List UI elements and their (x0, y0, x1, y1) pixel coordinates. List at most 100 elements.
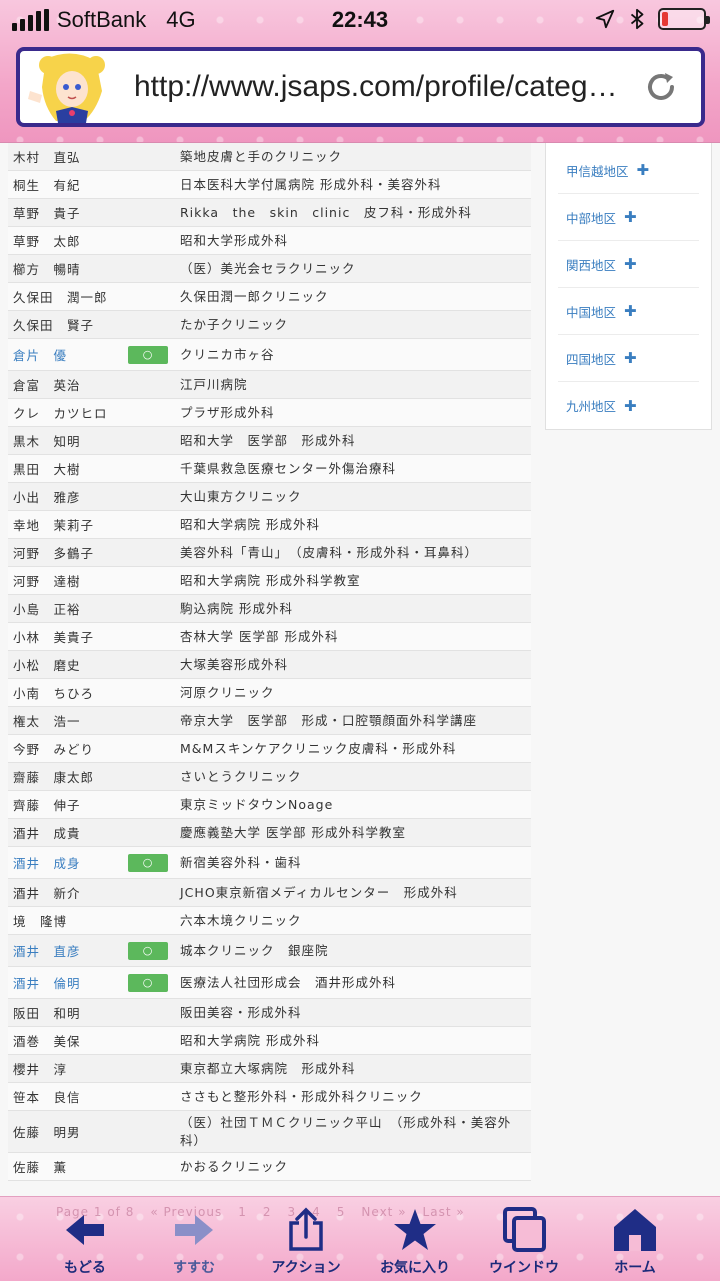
member-name: 小出 雅彦 (13, 490, 81, 505)
member-name: 阪田 和明 (13, 1006, 81, 1021)
member-name: 小林 美貴子 (13, 630, 95, 645)
member-institution: 城本クリニック 銀座院 (180, 942, 329, 958)
member-name: 境 隆博 (13, 914, 68, 929)
member-name: 櫻井 淳 (13, 1062, 68, 1077)
region-sidebar: 甲信越地区 ✚ 中部地区 ✚ 関西地区 ✚ 中国地区 ✚ 四国地区 ✚ 九州地区 ✚ (545, 143, 712, 430)
member-institution: クリニカ市ヶ谷 (180, 346, 275, 362)
member-row: 権太 浩一 帝京大学 医学部 形成・口腔顎顔面外科学講座 (8, 707, 531, 735)
member-row: 酒井 倫明 ○ 医療法人社団形成会 酒井形成外科 (8, 967, 531, 999)
member-name: 河野 達樹 (13, 574, 81, 589)
member-name-link[interactable]: 酒井 直彦 (8, 941, 128, 960)
plus-icon: ✚ (624, 208, 637, 226)
member-institution: 築地皮膚と手のクリニック (180, 148, 343, 164)
page-content: 木村 直弘 築地皮膚と手のクリニック桐生 有紀 日本医科大学付属病院 形成外科・美容… (0, 143, 720, 1196)
forward-button[interactable]: すすむ (144, 1207, 244, 1279)
region-label: 中部地区 (566, 210, 617, 226)
back-label: もどる (64, 1260, 106, 1276)
action-label: アクション (271, 1260, 341, 1276)
member-institution: 医療法人社団形成会 酒井形成外科 (180, 974, 397, 990)
member-institution: 慶應義塾大学 医学部 形成外科学教室 (180, 824, 406, 840)
member-institution: ささもと整形外科・形成外科クリニック (180, 1088, 423, 1104)
member-row: 黒木 知明 昭和大学 医学部 形成外科 (8, 427, 531, 455)
member-institution: たか子クリニック (180, 316, 289, 332)
member-institution: かおるクリニック (180, 1158, 289, 1174)
member-institution: 新宿美容外科・歯科 (180, 854, 302, 870)
member-row: 今野 みどり M&Mスキンケアクリニック皮膚科・形成外科 (8, 735, 531, 763)
member-name: 木村 直弘 (13, 150, 81, 165)
member-row: 河野 達樹 昭和大学病院 形成外科学教室 (8, 567, 531, 595)
member-institution: 千葉県救急医療センター外傷治療科 (180, 460, 397, 476)
action-button[interactable]: アクション (256, 1207, 356, 1279)
member-row: 酒井 成貴 慶應義塾大学 医学部 形成外科学教室 (8, 819, 531, 847)
region-item[interactable]: 四国地区 ✚ (558, 335, 699, 382)
member-name: 齋藤 康太郎 (13, 770, 95, 785)
region-item[interactable]: 中部地区 ✚ (558, 194, 699, 241)
member-institution: 江戸川病院 (180, 376, 248, 392)
member-row: 櫛方 暢晴 （医）美光会セラクリニック (8, 255, 531, 283)
member-row: 笹本 良信 ささもと整形外科・形成外科クリニック (8, 1083, 531, 1111)
url-text[interactable]: http://www.jsaps.com/profile/category… (134, 70, 627, 104)
forward-arrow-icon (175, 1215, 213, 1245)
member-row: 小松 磨史 大塚美容形成外科 (8, 651, 531, 679)
sailor-moon-avatar-icon (26, 51, 118, 123)
address-bar[interactable]: http://www.jsaps.com/profile/category… (16, 47, 705, 127)
member-badge: ○ (128, 853, 168, 872)
member-name: 佐藤 明男 (13, 1125, 81, 1140)
window-button[interactable]: ウインドウ (474, 1207, 574, 1279)
member-institution: 大山東方クリニック (180, 488, 302, 504)
member-institution: 東京都立大塚病院 形成外科 (180, 1060, 356, 1076)
member-institution: 昭和大学形成外科 (180, 232, 289, 248)
member-row: 阪田 和明 阪田美容・形成外科 (8, 999, 531, 1027)
battery-level (662, 12, 668, 26)
member-institution: 阪田美容・形成外科 (180, 1004, 302, 1020)
member-name: 久保田 賢子 (13, 318, 95, 333)
member-institution: 昭和大学病院 形成外科 (180, 516, 320, 532)
member-institution: （医）美光会セラクリニック (180, 260, 356, 276)
member-row: 佐藤 薫 かおるクリニック (8, 1153, 531, 1181)
member-institution: 日本医科大学付属病院 形成外科・美容外科 (180, 176, 442, 192)
region-item[interactable]: 中国地区 ✚ (558, 288, 699, 335)
member-institution: 東京ミッドタウンNoage (180, 796, 334, 812)
favorites-button[interactable]: お気に入り (365, 1207, 465, 1279)
member-name: 佐藤 薫 (13, 1160, 68, 1175)
member-row: 木村 直弘 築地皮膚と手のクリニック (8, 143, 531, 171)
member-institution: プラザ形成外科 (180, 404, 275, 420)
member-name: 草野 太郎 (13, 234, 81, 249)
member-name-link[interactable]: 酒井 倫明 (8, 973, 128, 992)
member-name: 倉富 英治 (13, 378, 81, 393)
member-institution: 駒込病院 形成外科 (180, 600, 293, 616)
share-icon (289, 1207, 323, 1251)
region-item[interactable]: 九州地区 ✚ (558, 382, 699, 429)
member-row: 久保田 潤一郎 久保田潤一郎クリニック (8, 283, 531, 311)
home-button[interactable]: ホーム (585, 1207, 685, 1279)
favorites-label: お気に入り (380, 1260, 450, 1276)
member-name: 今野 みどり (13, 742, 95, 757)
member-institution: Rikka the skin clinic 皮フ科・形成外科 (180, 204, 472, 220)
member-row: 酒巻 美保 昭和大学病院 形成外科 (8, 1027, 531, 1055)
region-item[interactable]: 関西地区 ✚ (558, 241, 699, 288)
badge-cell: ○ (128, 853, 180, 872)
member-row: 幸地 茉莉子 昭和大学病院 形成外科 (8, 511, 531, 539)
region-item[interactable]: 甲信越地区 ✚ (558, 147, 699, 194)
member-row: 齊藤 伸子 東京ミッドタウンNoage (8, 791, 531, 819)
member-institution: 杏林大学 医学部 形成外科 (180, 628, 339, 644)
back-button[interactable]: もどる (35, 1207, 135, 1279)
badge-cell: ○ (128, 941, 180, 960)
member-row: 倉片 優 ○ クリニカ市ヶ谷 (8, 339, 531, 371)
member-name-link[interactable]: 倉片 優 (8, 345, 128, 364)
member-name: 河野 多鶴子 (13, 546, 95, 561)
browser-bottom-toolbar: Page 1 of 8 « Previous 1 2 3 4 5 Next » Last » も… (0, 1196, 720, 1281)
windows-icon (503, 1207, 546, 1252)
member-name: 久保田 潤一郎 (13, 290, 108, 305)
member-row: 桐生 有紀 日本医科大学付属病院 形成外科・美容外科 (8, 171, 531, 199)
member-institution: 久保田潤一郎クリニック (180, 288, 329, 304)
region-label: 九州地区 (566, 399, 617, 414)
member-name: 小松 磨史 (13, 658, 81, 673)
reload-icon[interactable] (641, 67, 681, 107)
member-name: 酒井 新介 (13, 886, 81, 901)
member-name-link[interactable]: 酒井 成身 (8, 853, 128, 872)
plus-icon: ✚ (624, 302, 637, 320)
member-name: 幸地 茉莉子 (13, 518, 95, 533)
window-label: ウインドウ (489, 1260, 559, 1276)
member-row: 小島 正裕 駒込病院 形成外科 (8, 595, 531, 623)
